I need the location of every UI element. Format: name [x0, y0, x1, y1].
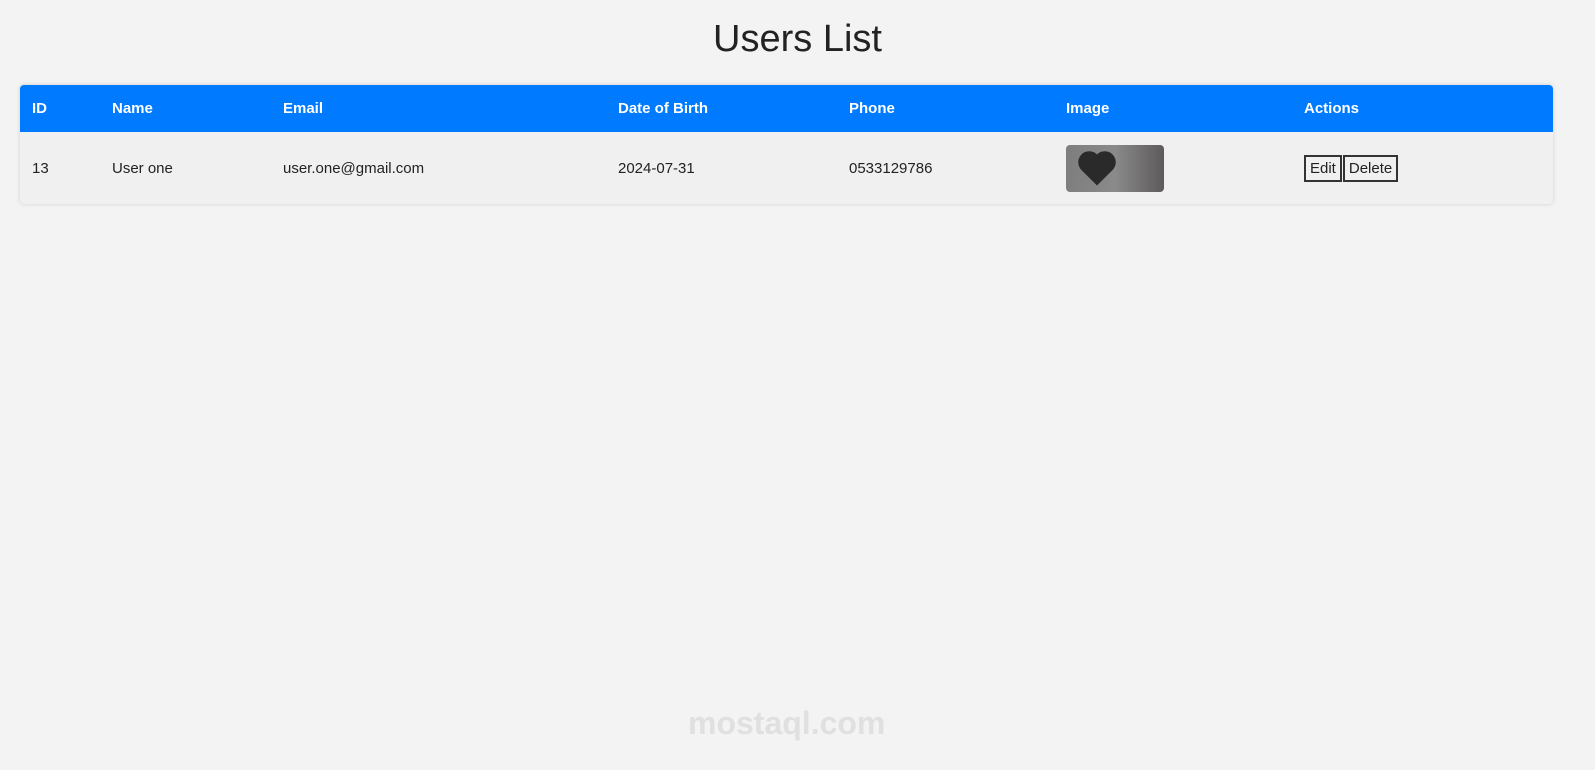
table-row: 13 User one user.one@gmail.com 2024-07-3…: [20, 132, 1553, 204]
table-header-row: ID Name Email Date of Birth Phone Image …: [20, 85, 1553, 132]
page-title: Users List: [713, 18, 882, 60]
users-table: ID Name Email Date of Birth Phone Image …: [20, 85, 1553, 204]
delete-button[interactable]: Delete: [1342, 154, 1399, 182]
cell-id: 13: [32, 159, 49, 177]
header-name: Name: [100, 85, 271, 132]
heart-image-icon: [1081, 153, 1113, 186]
cell-phone: 0533129786: [849, 159, 933, 177]
cell-email: user.one@gmail.com: [283, 159, 425, 177]
header-image: Image: [1054, 85, 1292, 132]
header-dob: Date of Birth: [606, 85, 837, 132]
cell-name: User one: [112, 159, 173, 177]
header-actions: Actions: [1292, 85, 1553, 132]
header-id: ID: [20, 85, 100, 132]
cell-actions: Edit Delete: [1292, 132, 1553, 204]
header-phone: Phone: [837, 85, 1054, 132]
cell-dob: 2024-07-31: [618, 159, 695, 177]
user-image: [1066, 144, 1164, 192]
edit-button[interactable]: Edit: [1304, 154, 1342, 182]
watermark-text: mostaql.com: [688, 705, 886, 741]
header-email: Email: [271, 85, 606, 132]
cell-image: [1054, 132, 1292, 204]
users-table-card: ID Name Email Date of Birth Phone Image …: [20, 85, 1553, 204]
